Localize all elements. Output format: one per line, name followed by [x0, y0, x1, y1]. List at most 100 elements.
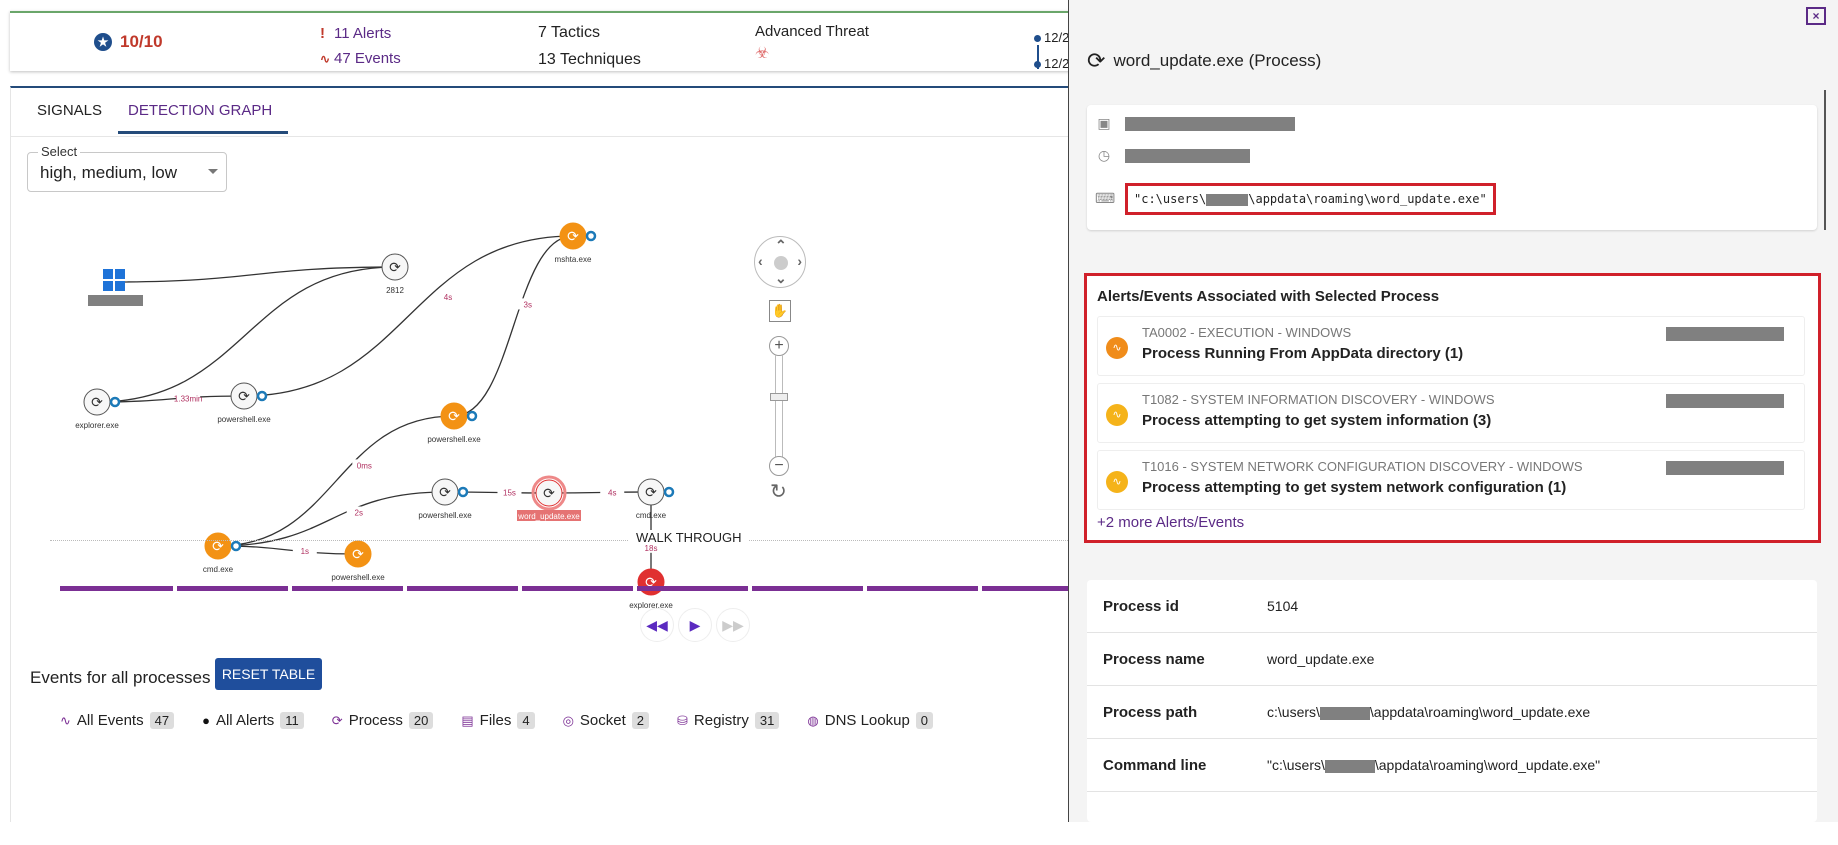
alert-item[interactable]: ∿ T1016 - SYSTEM NETWORK CONFIGURATION DI…: [1097, 450, 1805, 510]
filter-socket[interactable]: ◎ Socket 2: [563, 712, 649, 729]
alert-description: Process attempting to get system network…: [1142, 479, 1567, 496]
alert-description: Process attempting to get system informa…: [1142, 412, 1492, 429]
pan-left-icon[interactable]: ‹: [758, 253, 763, 269]
graph-edge[interactable]: [243, 235, 574, 397]
panel-title-text: word_update.exe (Process): [1113, 51, 1322, 70]
zoom-out-icon[interactable]: −: [769, 456, 789, 476]
graph-node-ps4[interactable]: ⟳ powershell.exe: [418, 478, 472, 520]
pan-up-icon[interactable]: ⌃: [775, 237, 787, 254]
filter-all-events[interactable]: ∿ All Events 47: [60, 712, 175, 729]
progress-tick[interactable]: [863, 585, 867, 592]
pan-control[interactable]: ⌃ ‹ › ⌄: [754, 236, 806, 288]
fast-forward-icon[interactable]: ▶▶: [716, 608, 750, 642]
edge-label: 1.33min: [174, 394, 202, 403]
graph-node-ps3[interactable]: ⟳ powershell.exe: [331, 540, 385, 582]
filter-count: 11: [280, 712, 304, 729]
process-icon: ⟳: [352, 546, 364, 562]
redacted-hostname: [88, 295, 143, 306]
node-label: 2812: [386, 286, 404, 295]
edge-label: 1s: [301, 547, 309, 556]
playback-controls: ◀◀ ▶ ▶▶: [640, 608, 750, 642]
pulse-icon: ∿: [1106, 337, 1128, 359]
graph-node-host[interactable]: [88, 269, 143, 306]
pan-down-icon[interactable]: ⌄: [775, 270, 787, 287]
pulse-icon: ∿: [60, 712, 71, 728]
alert-item[interactable]: ∿ TA0002 - EXECUTION - WINDOWS Process Run…: [1097, 316, 1805, 376]
panel-scrollbar[interactable]: [1824, 90, 1826, 230]
walkthrough-label: WALK THROUGH: [628, 530, 750, 545]
graph-edge[interactable]: [217, 415, 455, 547]
hand-tool-icon[interactable]: ✋: [769, 300, 791, 322]
filter-dns-lookup[interactable]: ◍ DNS Lookup 0: [807, 712, 934, 729]
node-label: powershell.exe: [217, 415, 271, 424]
expand-icon[interactable]: [109, 396, 121, 408]
progress-tick[interactable]: [748, 585, 752, 592]
zoom-slider-thumb[interactable]: [770, 393, 788, 401]
alert-item[interactable]: ∿ T1082 - SYSTEM INFORMATION DISCOVERY - …: [1097, 383, 1805, 443]
filter-all-alerts[interactable]: ● All Alerts 11: [202, 712, 304, 729]
refresh-icon[interactable]: ↻: [770, 479, 787, 504]
registry-icon: ⛁: [677, 712, 688, 728]
more-alerts-link[interactable]: +2 more Alerts/Events: [1097, 514, 1244, 531]
edge-label: 0ms: [357, 461, 372, 470]
keyboard-icon: ⌨: [1095, 190, 1116, 206]
graph-node-ps1[interactable]: ⟳ powershell.exe: [217, 382, 271, 424]
filter-registry[interactable]: ⛁ Registry 31: [677, 712, 780, 729]
expand-icon[interactable]: [466, 410, 478, 422]
filter-label: Process: [348, 712, 403, 729]
graph-node-n2812[interactable]: ⟳ 2812: [381, 253, 409, 295]
rewind-icon[interactable]: ◀◀: [640, 608, 674, 642]
property-value: c:\users\ \appdata\roaming\word_update.ex…: [1267, 704, 1591, 720]
filter-files[interactable]: ▤ Files 4: [461, 712, 535, 729]
dns-icon: ◍: [807, 712, 819, 728]
graph-edge[interactable]: [96, 266, 396, 403]
detection-graph[interactable]: 1.33min 4s 3s 0ms 2s 1s 15s 4s 18s ⟳ 2812 ⟳ mshta.ex…: [0, 0, 1068, 640]
progress-tick[interactable]: [403, 585, 407, 592]
property-value: "c:\users\ \appdata\roaming\word_update.e…: [1267, 757, 1601, 773]
graph-node-mshta[interactable]: ⟳ mshta.exe: [555, 222, 597, 264]
process-icon: ⟳: [91, 394, 103, 410]
pan-center[interactable]: [774, 256, 788, 270]
process-icon: ⟳: [389, 259, 401, 275]
expand-icon[interactable]: [457, 486, 469, 498]
filter-count: 47: [149, 712, 175, 729]
filter-count: 31: [754, 712, 780, 729]
expand-icon[interactable]: [230, 540, 242, 552]
expand-icon[interactable]: [256, 390, 268, 402]
progress-tick[interactable]: [633, 585, 637, 592]
zoom-in-icon[interactable]: +: [769, 336, 789, 356]
walkthrough-divider: [50, 540, 1068, 541]
filter-label: DNS Lookup: [824, 712, 910, 729]
graph-edge[interactable]: [114, 266, 396, 283]
alert-tactic: T1082 - SYSTEM INFORMATION DISCOVERY - W…: [1142, 392, 1495, 407]
process-detail-panel: × ⟳ word_update.exe (Process) ▣ ◷ ⌨ "c:\…: [1068, 0, 1838, 822]
close-icon[interactable]: ×: [1806, 7, 1826, 25]
graph-node-cmd2[interactable]: ⟳ cmd.exe: [636, 478, 675, 520]
expand-icon[interactable]: [585, 230, 597, 242]
filter-label: Files: [479, 712, 512, 729]
filter-label: All Alerts: [215, 712, 275, 729]
process-meta: ▣ ◷ ⌨ "c:\users\ \appdata\roaming\word_up…: [1087, 105, 1817, 230]
property-row: Process name word_update.exe: [1087, 633, 1817, 686]
walkthrough-progress[interactable]: [60, 585, 1097, 592]
progress-tick[interactable]: [978, 585, 982, 592]
process-icon: ⟳: [238, 388, 250, 404]
progress-tick[interactable]: [518, 585, 522, 592]
play-icon[interactable]: ▶: [678, 608, 712, 642]
progress-tick[interactable]: [288, 585, 292, 592]
edge-label: 2s: [355, 509, 363, 518]
graph-node-explorer1[interactable]: ⟳ explorer.exe: [75, 388, 121, 430]
zoom-track[interactable]: [775, 355, 783, 457]
redacted-timestamp: [1666, 394, 1784, 408]
graph-node-word[interactable]: ⟳ word_update.exe: [517, 475, 581, 521]
process-icon: ⟳: [1087, 48, 1106, 73]
pan-right-icon[interactable]: ›: [797, 253, 802, 269]
filter-process[interactable]: ⟳ Process 20: [332, 712, 434, 729]
property-key: Process id: [1103, 597, 1179, 615]
progress-tick[interactable]: [173, 585, 177, 592]
expand-icon[interactable]: [663, 486, 675, 498]
graph-edge[interactable]: [217, 491, 446, 547]
reset-table-button[interactable]: RESET TABLE: [215, 658, 322, 690]
process-icon: ⟳: [567, 228, 579, 244]
file-icon: ▤: [461, 712, 474, 728]
